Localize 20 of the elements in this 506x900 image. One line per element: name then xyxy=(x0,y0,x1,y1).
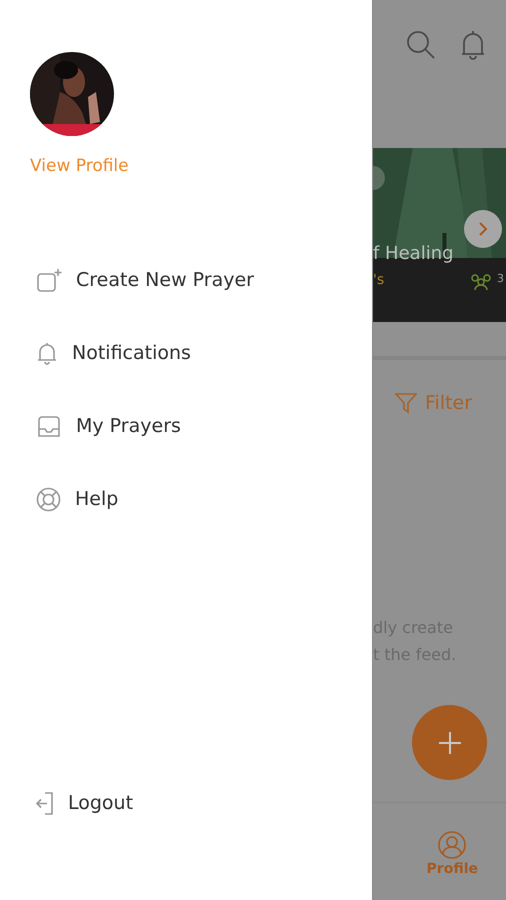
help-icon xyxy=(36,486,61,512)
user-icon xyxy=(438,831,466,859)
create-icon xyxy=(36,268,62,292)
plus-icon xyxy=(438,732,460,754)
menu-item[interactable]: My Prayers xyxy=(30,411,372,441)
group-icon xyxy=(469,273,493,291)
banner-subtitle: 's xyxy=(373,272,384,288)
logout-icon xyxy=(36,790,54,816)
menu-item[interactable]: Notifications xyxy=(30,338,372,368)
logout-item[interactable]: Logout xyxy=(30,788,372,818)
chevron-right-icon xyxy=(478,222,488,236)
banner-title: f Healing xyxy=(373,243,454,264)
filter-icon xyxy=(395,392,417,414)
menu-item[interactable]: Create New Prayer xyxy=(30,265,372,295)
member-count: 3 xyxy=(497,272,504,285)
search-icon[interactable] xyxy=(406,30,436,60)
bell-icon xyxy=(36,341,58,365)
menu-item[interactable]: Help xyxy=(30,484,372,514)
inbox-icon xyxy=(36,414,62,438)
bell-icon[interactable] xyxy=(460,30,486,60)
